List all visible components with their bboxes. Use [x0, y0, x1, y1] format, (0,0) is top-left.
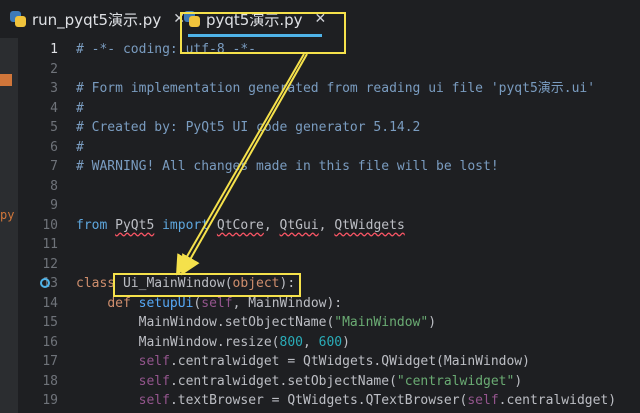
- code-line: #: [76, 138, 640, 158]
- annotation-box-tab: [180, 12, 346, 54]
- line-number: 7: [50, 159, 58, 174]
- line-number: 15: [42, 315, 58, 330]
- code-token: , MainWindow):: [232, 295, 343, 311]
- code-token: MainWindow.setObjectName(: [76, 315, 335, 330]
- line-number: 1: [50, 42, 58, 57]
- line-number: 8: [50, 178, 58, 194]
- code-token: ,: [302, 334, 319, 350]
- code-token: ,: [263, 217, 280, 233]
- code-token: MainWindow.resize(: [76, 334, 280, 350]
- line-number: 2: [50, 61, 58, 77]
- code-token: QtGui: [279, 217, 319, 233]
- line-number: 13: [42, 276, 58, 291]
- code-token: # Form implementation generated from rea…: [76, 81, 596, 96]
- tab-run-pyqt5[interactable]: run_pyqt5演示.py ✕: [10, 0, 185, 38]
- code-token: .centralwidget.setObjectName(: [169, 373, 397, 389]
- implementation-gutter-icon[interactable]: [40, 278, 50, 288]
- side-fragment: py: [0, 208, 15, 222]
- code-token: 600: [318, 334, 343, 350]
- code-token: #: [76, 100, 84, 116]
- code-line: MainWindow.setObjectName("MainWindow"): [76, 313, 640, 333]
- line-number: 10: [42, 217, 58, 233]
- code-line: from PyQt5 import QtCore, QtGui, QtWidge…: [76, 216, 640, 236]
- line-number: 11: [42, 237, 58, 252]
- tool-window-strip: py: [0, 38, 18, 413]
- code-line: # WARNING! All changes made in this file…: [76, 157, 640, 177]
- line-number: 14: [42, 295, 58, 311]
- code-token: .textBrowser = QtWidgets.QTextBrowser(: [169, 393, 468, 408]
- line-number: 12: [42, 256, 58, 272]
- line-number: 19: [42, 393, 58, 408]
- code-line: MainWindow.resize(800, 600): [76, 333, 640, 353]
- code-token: self: [138, 393, 170, 408]
- code-line: # Form implementation generated from rea…: [76, 79, 640, 99]
- code-token: ,: [318, 217, 335, 233]
- code-line: self.centralwidget.setObjectName("centra…: [76, 372, 640, 392]
- code-token: # Created by: PyQt5 UI code generator 5.…: [76, 120, 421, 135]
- code-token: 800: [279, 334, 303, 350]
- code-token: ): [428, 315, 437, 330]
- line-number: 6: [50, 139, 58, 155]
- code-token: # WARNING! All changes made in this file…: [76, 159, 499, 174]
- code-token: ): [342, 334, 350, 350]
- code-line: # Created by: PyQt5 UI code generator 5.…: [76, 118, 640, 138]
- line-number: 3: [50, 81, 58, 96]
- code-token: PyQt5: [115, 217, 155, 233]
- line-number: 5: [50, 120, 58, 135]
- line-number: 9: [50, 198, 58, 213]
- tab-label: run_pyqt5演示.py: [32, 10, 162, 29]
- python-file-icon: [10, 11, 26, 27]
- code-line: # -*- coding: utf-8 -*-: [76, 40, 640, 60]
- code-token: "centralwidget": [396, 373, 515, 389]
- code-token: def: [107, 295, 139, 311]
- line-number: 17: [42, 354, 58, 369]
- code-token: self: [138, 373, 170, 389]
- code-token: QtCore: [216, 217, 264, 233]
- line-number: 16: [42, 334, 58, 350]
- code-token: QtWidgets: [334, 217, 405, 233]
- code-token: .centralwidget = QtWidgets.QWidget(MainW…: [169, 354, 530, 369]
- code-line: #: [76, 99, 640, 119]
- code-token: self: [467, 393, 499, 408]
- annotation-box-class: [113, 273, 301, 297]
- code-token: "MainWindow": [334, 315, 429, 330]
- code-line: self.centralwidget = QtWidgets.QWidget(M…: [76, 352, 640, 372]
- line-number-gutter: 1 2 3 4 5 6 7 8 9 10 11 12 13 14 15 16 17 18 19: [18, 38, 70, 413]
- code-token: self: [201, 295, 233, 311]
- project-marker: [0, 74, 12, 86]
- code-line: self.textBrowser = QtWidgets.QTextBrowse…: [76, 391, 640, 411]
- code-token: from: [76, 217, 116, 233]
- code-token: import: [154, 217, 217, 233]
- code-editor[interactable]: # -*- coding: utf-8 -*- # Form implementa…: [70, 38, 640, 413]
- code-token: #: [76, 139, 84, 155]
- code-token: .centralwidget): [498, 393, 617, 408]
- code-token: self: [138, 354, 170, 369]
- line-number: 18: [42, 373, 58, 389]
- code-token: setupUi: [138, 295, 194, 311]
- line-number: 4: [50, 100, 58, 116]
- code-token: ): [514, 373, 523, 389]
